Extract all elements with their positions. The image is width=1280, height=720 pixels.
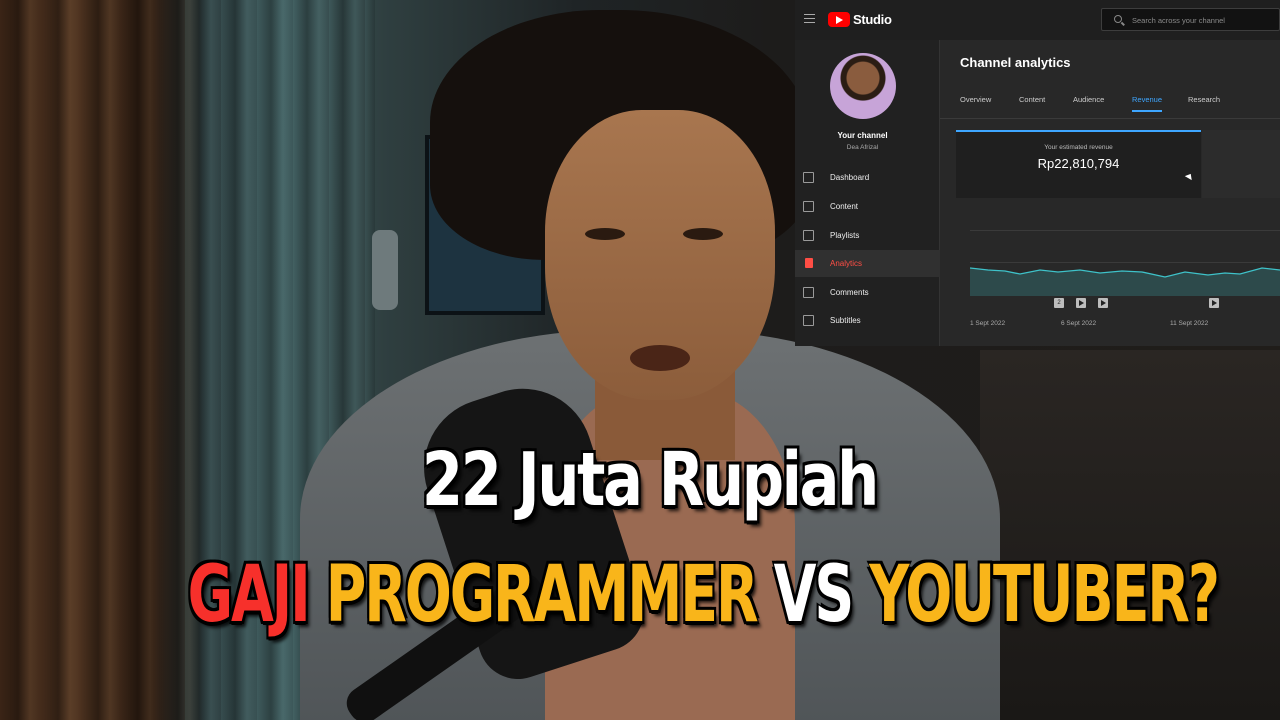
- page-title: Channel analytics: [960, 55, 1071, 70]
- estimated-revenue-card[interactable]: Your estimated revenue Rp22,810,794: [956, 130, 1201, 198]
- dashboard-icon: [803, 172, 814, 183]
- sidebar-item-content[interactable]: Content: [795, 193, 940, 220]
- tab-audience[interactable]: Audience: [1073, 95, 1104, 110]
- video-marker-icon[interactable]: [1209, 298, 1219, 308]
- sidebar-item-subtitles[interactable]: Subtitles: [795, 307, 940, 334]
- revenue-line-chart: [970, 267, 1280, 296]
- caption-word-programmer: PROGRAMMER: [325, 550, 759, 640]
- subtitles-icon: [803, 315, 814, 326]
- chart-area: [970, 268, 1280, 296]
- hamburger-menu-icon[interactable]: [804, 14, 815, 23]
- tab-revenue[interactable]: Revenue: [1132, 95, 1163, 112]
- channel-avatar[interactable]: [830, 53, 896, 119]
- studio-window: Studio Your channel Dea Afrizal Dashboar…: [795, 0, 1280, 346]
- sidebar-item-label: Dashboard: [830, 173, 870, 182]
- caption-word-gaji: GAJI: [187, 550, 311, 640]
- chart-event-marker[interactable]: 2: [1054, 298, 1064, 308]
- caption-word-vs: VS: [773, 550, 855, 640]
- studio-sidebar: Your channel Dea Afrizal Dashboard Conte…: [795, 40, 940, 346]
- analytics-icon: [805, 258, 813, 268]
- person-eye-left: [585, 228, 625, 240]
- tab-research[interactable]: Research: [1188, 95, 1220, 110]
- caption-line-2: GAJI PROGRAMMER VS YOUTUBER?: [187, 550, 1220, 640]
- x-axis-label: 11 Sept 2022: [1170, 320, 1209, 327]
- your-channel-label: Your channel: [837, 131, 888, 140]
- background-mic: [372, 230, 398, 310]
- chart-gridline: [970, 230, 1280, 231]
- sidebar-item-label: Content: [830, 202, 859, 211]
- search-input[interactable]: [1132, 12, 1277, 28]
- background-shelf: [980, 350, 1280, 720]
- video-marker-icon[interactable]: [1076, 298, 1086, 308]
- person-eye-right: [683, 228, 723, 240]
- sidebar-item-label: Playlists: [830, 231, 860, 240]
- content-icon: [803, 201, 814, 212]
- tabs-divider: [940, 118, 1280, 119]
- x-axis-label: 1 Sept 2022: [970, 320, 1006, 327]
- playlists-icon: [803, 230, 814, 241]
- secondary-metric-card[interactable]: [1202, 130, 1280, 198]
- comments-icon: [803, 287, 814, 298]
- sidebar-item-label: Analytics: [830, 259, 863, 268]
- sidebar-item-label: Subtitles: [830, 316, 861, 325]
- search-icon[interactable]: [1114, 15, 1122, 23]
- video-marker-icon[interactable]: [1098, 298, 1108, 308]
- caption-line-1: 22 Juta Rupiah: [421, 437, 879, 523]
- x-axis-label: 6 Sept 2022: [1061, 320, 1097, 327]
- studio-header: Studio: [795, 0, 1280, 40]
- sidebar-item-playlists[interactable]: Playlists: [795, 222, 940, 249]
- sidebar-item-analytics[interactable]: Analytics: [795, 250, 940, 277]
- revenue-label: Your estimated revenue: [1044, 144, 1113, 151]
- caption-word-youtuber: YOUTUBER?: [869, 550, 1220, 640]
- search-bar[interactable]: [1101, 8, 1280, 31]
- person-mouth: [630, 345, 690, 371]
- tab-overview[interactable]: Overview: [960, 95, 991, 110]
- tab-content[interactable]: Content: [1019, 95, 1045, 110]
- channel-name: Dea Afrizal: [846, 144, 879, 151]
- youtube-logo-icon[interactable]: [828, 12, 850, 27]
- sidebar-item-comments[interactable]: Comments: [795, 279, 940, 306]
- studio-logo-text[interactable]: Studio: [853, 12, 892, 27]
- sidebar-item-label: Comments: [830, 288, 869, 297]
- revenue-value: Rp22,810,794: [1037, 156, 1120, 171]
- curtain: [0, 0, 200, 720]
- sidebar-item-dashboard[interactable]: Dashboard: [795, 164, 940, 191]
